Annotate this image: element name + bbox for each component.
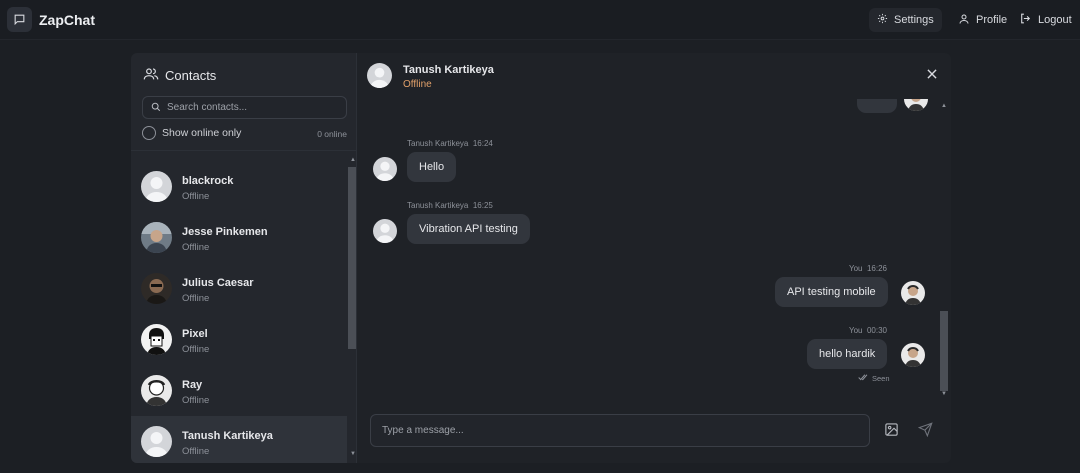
contact-name: Pixel — [182, 328, 208, 340]
logout-icon — [1019, 12, 1032, 28]
chat-container: Contacts Show online only 0 online black… — [131, 53, 951, 463]
message-list: Tanush Kartikeya 16:24 Hello Tanush Kart… — [357, 99, 951, 399]
chat-panel: Tanush Kartikeya Offline Tanush Kartikey… — [357, 53, 951, 463]
contact-item[interactable]: Julius Caesar Offline — [131, 263, 347, 314]
contact-item[interactable]: Jesse Pinkemen Offline — [131, 212, 347, 263]
chat-contact-status: Offline — [403, 79, 432, 90]
top-navbar: ZapChat Settings Profile Logout — [0, 0, 1080, 40]
avatar — [141, 426, 172, 457]
settings-button[interactable]: Settings — [869, 8, 942, 32]
message-meta: Tanush Kartikeya 16:25 — [407, 201, 493, 210]
image-icon[interactable] — [884, 422, 900, 438]
logout-button[interactable]: Logout — [1012, 8, 1080, 32]
chat-bubble-icon[interactable] — [7, 7, 32, 32]
online-count: 0 online — [317, 129, 347, 139]
users-icon — [143, 66, 159, 85]
contact-status: Offline — [182, 191, 210, 202]
close-icon[interactable] — [925, 67, 941, 83]
sidebar-scrollbar[interactable]: ▲ ▼ — [347, 157, 357, 463]
contacts-label: Contacts — [165, 68, 217, 83]
message-meta: Tanush Kartikeya 16:24 — [407, 139, 493, 148]
contact-name: blackrock — [182, 175, 234, 187]
logout-label: Logout — [1038, 14, 1072, 26]
message-composer[interactable] — [370, 414, 870, 447]
message-time: 16:24 — [472, 139, 493, 148]
online-only-checkbox[interactable] — [142, 126, 156, 140]
chat-contact-name: Tanush Kartikeya — [403, 64, 494, 76]
avatar — [901, 343, 925, 367]
contact-list: blackrock Offline Jesse Pinkemen Offline… — [131, 157, 347, 463]
contact-status: Offline — [182, 446, 210, 457]
contact-status: Offline — [182, 242, 210, 253]
chat-header: Tanush Kartikeya Offline — [357, 53, 951, 99]
avatar — [141, 171, 172, 202]
avatar — [373, 157, 397, 181]
contact-item[interactable]: blackrock Offline — [131, 161, 347, 212]
scroll-down-arrow-icon[interactable]: ▼ — [350, 451, 356, 457]
profile-button[interactable]: Profile — [950, 8, 1015, 32]
message-bubble-partial — [857, 99, 897, 113]
avatar — [141, 324, 172, 355]
message-time: 16:26 — [866, 264, 887, 273]
sidebar-scroll-thumb[interactable] — [348, 167, 356, 349]
user-icon — [958, 13, 970, 28]
contacts-title: Contacts — [143, 66, 216, 85]
message-sender: You — [849, 264, 863, 273]
contact-status: Offline — [182, 344, 210, 355]
contact-name: Jesse Pinkemen — [182, 226, 268, 238]
avatar — [373, 219, 397, 243]
message-meta: You 16:26 — [849, 264, 887, 273]
gear-icon — [877, 13, 888, 27]
brand-name[interactable]: ZapChat — [39, 12, 95, 28]
settings-label: Settings — [894, 14, 934, 26]
online-only-label: Show online only — [162, 127, 242, 139]
message-scroll-thumb[interactable] — [940, 311, 948, 391]
online-only-toggle[interactable]: Show online only — [142, 126, 241, 140]
search-input[interactable] — [167, 102, 337, 113]
avatar — [141, 375, 172, 406]
avatar — [141, 222, 172, 253]
message-time: 16:25 — [472, 201, 493, 210]
message-scrollbar[interactable]: ▲ ▼ — [940, 103, 948, 397]
message-sender: Tanush Kartikeya — [407, 201, 469, 210]
contact-item[interactable]: Pixel Offline — [131, 314, 347, 365]
message-meta: You 00:30 — [849, 326, 887, 335]
contact-name: Tanush Kartikeya — [182, 430, 273, 442]
message-sender: You — [849, 326, 863, 335]
double-check-icon — [858, 374, 869, 383]
avatar — [367, 63, 392, 88]
search-icon — [151, 99, 161, 117]
message-input[interactable] — [382, 425, 852, 436]
message-bubble: API testing mobile — [775, 277, 888, 307]
contact-name: Julius Caesar — [182, 277, 254, 289]
message-time: 00:30 — [866, 326, 887, 335]
scroll-up-arrow-icon[interactable]: ▲ — [941, 103, 947, 109]
sidebar-header: Contacts Show online only 0 online — [131, 53, 357, 151]
message-bubble: Hello — [407, 152, 457, 182]
avatar — [901, 281, 925, 305]
contact-item[interactable]: Ray Offline — [131, 365, 347, 416]
scroll-up-arrow-icon[interactable]: ▲ — [350, 157, 356, 163]
avatar — [141, 273, 172, 304]
message-bubble: Vibration API testing — [407, 214, 530, 244]
contact-item-selected[interactable]: Tanush Kartikeya Offline — [131, 416, 347, 463]
contacts-sidebar: Contacts Show online only 0 online black… — [131, 53, 357, 463]
contact-status: Offline — [182, 395, 210, 406]
contact-status: Offline — [182, 293, 210, 304]
message-bubble: hello hardik — [807, 339, 888, 369]
send-icon[interactable] — [917, 422, 934, 438]
contact-name: Ray — [182, 379, 203, 391]
search-box[interactable] — [142, 96, 347, 119]
avatar — [904, 99, 928, 111]
seen-label: Seen — [872, 374, 890, 383]
seen-indicator: Seen — [858, 374, 890, 383]
profile-label: Profile — [976, 14, 1008, 26]
message-sender: Tanush Kartikeya — [407, 139, 469, 148]
scroll-down-arrow-icon[interactable]: ▼ — [941, 391, 947, 397]
